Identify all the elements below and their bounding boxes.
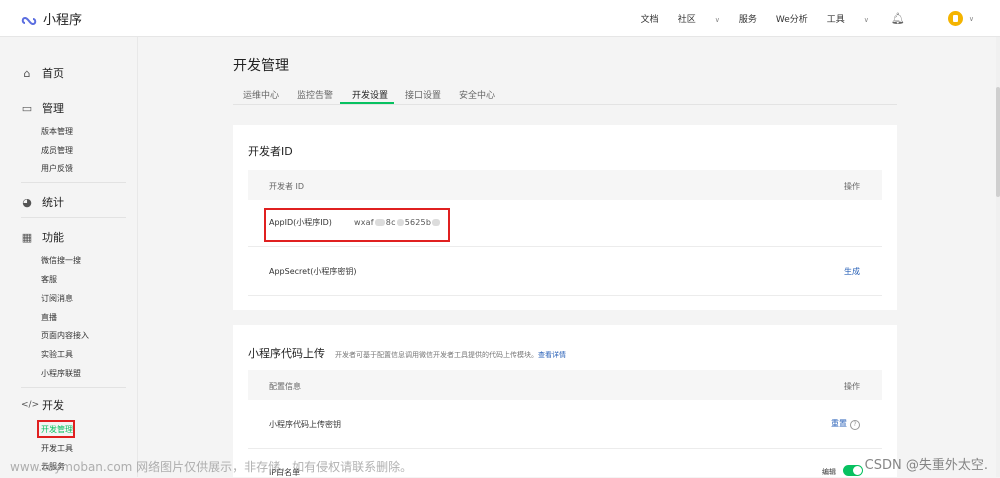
table-row-upload-key: 小程序代码上传密钥 重置? [248, 400, 882, 449]
appsecret-label: AppSecret(小程序密钥) [269, 267, 357, 276]
sidebar-item-customer-service[interactable]: 客服 [41, 274, 57, 285]
nav-community[interactable]: 社区 ∨ [678, 12, 720, 25]
sidebar-item-page-content[interactable]: 页面内容接入 [41, 330, 89, 341]
column-header: 操作 [844, 182, 860, 191]
notification-bell-icon[interactable]: 🔔︎ [891, 12, 905, 25]
generate-secret-link[interactable]: 生成 [844, 266, 860, 277]
tab-bar: 运维中心 监控告警 开发设置 接口设置 安全中心 [233, 84, 897, 105]
logo[interactable]: 小程序 [21, 9, 82, 28]
column-header: 开发者 ID [269, 182, 305, 191]
tab-ops-center[interactable]: 运维中心 [243, 88, 279, 101]
sidebar-item-union[interactable]: 小程序联盟 [41, 368, 81, 379]
upload-key-label: 小程序代码上传密钥 [269, 420, 341, 429]
nav-services[interactable]: 服务 [739, 12, 757, 25]
home-icon: ⌂ [23, 66, 31, 80]
tab-dev-settings[interactable]: 开发设置 [352, 88, 388, 101]
sidebar-item-label: 功能 [42, 231, 64, 244]
sidebar-item-features[interactable]: ▦ 功能 [21, 229, 64, 245]
sidebar-item-dev-tools[interactable]: 开发工具 [41, 443, 73, 454]
mini-program-logo-icon [21, 16, 37, 25]
divider [21, 217, 126, 218]
reset-key-link: 重置 [831, 419, 847, 428]
help-icon[interactable]: ? [850, 420, 860, 430]
csdn-credit: CSDN @失重外太空. [864, 458, 988, 473]
nav-tools[interactable]: 工具 ∨ [827, 12, 869, 25]
top-navigation-bar: 小程序 文档 社区 ∨ 服务 We分析 工具 ∨ 🔔︎ ∨ [0, 0, 1000, 37]
card-title: 小程序代码上传 开发者可基于配置信息调用微信开发者工具提供的代码上传模块。查看详情 [248, 345, 566, 361]
upload-title: 小程序代码上传 [248, 347, 325, 360]
top-nav: 文档 社区 ∨ 服务 We分析 工具 ∨ 🔔︎ ∨ [622, 0, 974, 36]
tab-monitoring[interactable]: 监控告警 [297, 88, 333, 101]
nav-we-analysis[interactable]: We分析 [776, 12, 808, 25]
edit-label[interactable]: 编辑 [822, 467, 836, 477]
highlight-annotation [37, 420, 75, 438]
column-header: 操作 [844, 382, 860, 391]
card-title: 开发者ID [248, 145, 293, 158]
reset-key-action[interactable]: 重置? [831, 418, 860, 430]
inbox-icon: ▭ [21, 101, 33, 115]
sidebar-item-develop[interactable]: </> 开发 [21, 397, 64, 413]
sidebar-item-home[interactable]: ⌂ 首页 [21, 65, 65, 81]
nav-tools-label: 工具 [826, 14, 845, 25]
watermark: www.toymoban.com 网络图片仅供展示，非存储，如有侵权请联系删除。 [10, 460, 413, 474]
upload-hint-text: 开发者可基于配置信息调用微信开发者工具提供的代码上传模块。 [335, 351, 538, 359]
chevron-down-icon: ∨ [968, 14, 974, 23]
table-row-appsecret: AppSecret(小程序密钥) 生成 [248, 246, 882, 296]
sidebar-item-version-manage[interactable]: 版本管理 [41, 126, 73, 137]
column-header: 配置信息 [269, 382, 301, 391]
sidebar-item-stats[interactable]: ◕ 统计 [21, 194, 64, 210]
sidebar-item-live[interactable]: 直播 [41, 312, 57, 323]
sidebar-item-subscribe-messages[interactable]: 订阅消息 [41, 293, 73, 304]
sidebar-item-wechat-search[interactable]: 微信搜一搜 [41, 255, 81, 266]
code-upload-card: 小程序代码上传 开发者可基于配置信息调用微信开发者工具提供的代码上传模块。查看详情… [233, 325, 897, 477]
sidebar: ⌂ 首页 ▭ 管理 版本管理 成员管理 用户反馈 ◕ 统计 ▦ 功能 微信搜一搜 客服 … [0, 37, 138, 477]
table-header: 开发者 ID 操作 [248, 170, 882, 200]
sidebar-item-label: 统计 [42, 196, 64, 209]
sidebar-item-manage[interactable]: ▭ 管理 [21, 100, 64, 116]
pie-chart-icon: ◕ [22, 195, 32, 209]
scrollbar-thumb[interactable] [996, 87, 1000, 197]
page-title: 开发管理 [233, 58, 289, 74]
table-header: 配置信息 操作 [248, 370, 882, 400]
upload-hint: 开发者可基于配置信息调用微信开发者工具提供的代码上传模块。查看详情 [335, 351, 566, 359]
highlight-annotation [264, 208, 450, 242]
chevron-down-icon: ∨ [863, 15, 869, 24]
divider [21, 387, 126, 388]
sidebar-item-label: 管理 [42, 102, 64, 115]
code-icon: </> [21, 400, 40, 410]
divider [21, 182, 126, 183]
ip-whitelist-toggle[interactable] [843, 465, 863, 476]
chevron-down-icon: ∨ [714, 15, 720, 24]
sidebar-item-user-feedback[interactable]: 用户反馈 [41, 163, 73, 174]
view-details-link[interactable]: 查看详情 [538, 351, 566, 359]
grid-icon: ▦ [21, 230, 33, 244]
scrollbar[interactable] [996, 37, 1000, 477]
sidebar-item-lab-tools[interactable]: 实验工具 [41, 349, 73, 360]
tab-security-center[interactable]: 安全中心 [459, 88, 495, 101]
sidebar-item-label: 首页 [42, 67, 64, 80]
logo-text: 小程序 [43, 13, 83, 28]
avatar [947, 10, 963, 26]
tab-api-settings[interactable]: 接口设置 [405, 88, 441, 101]
nav-community-label: 社区 [677, 14, 696, 25]
sidebar-item-member-manage[interactable]: 成员管理 [41, 145, 73, 156]
nav-docs[interactable]: 文档 [641, 12, 659, 25]
sidebar-item-label: 开发 [42, 399, 64, 412]
user-menu[interactable]: ∨ [929, 10, 974, 26]
active-tab-indicator [340, 102, 394, 104]
